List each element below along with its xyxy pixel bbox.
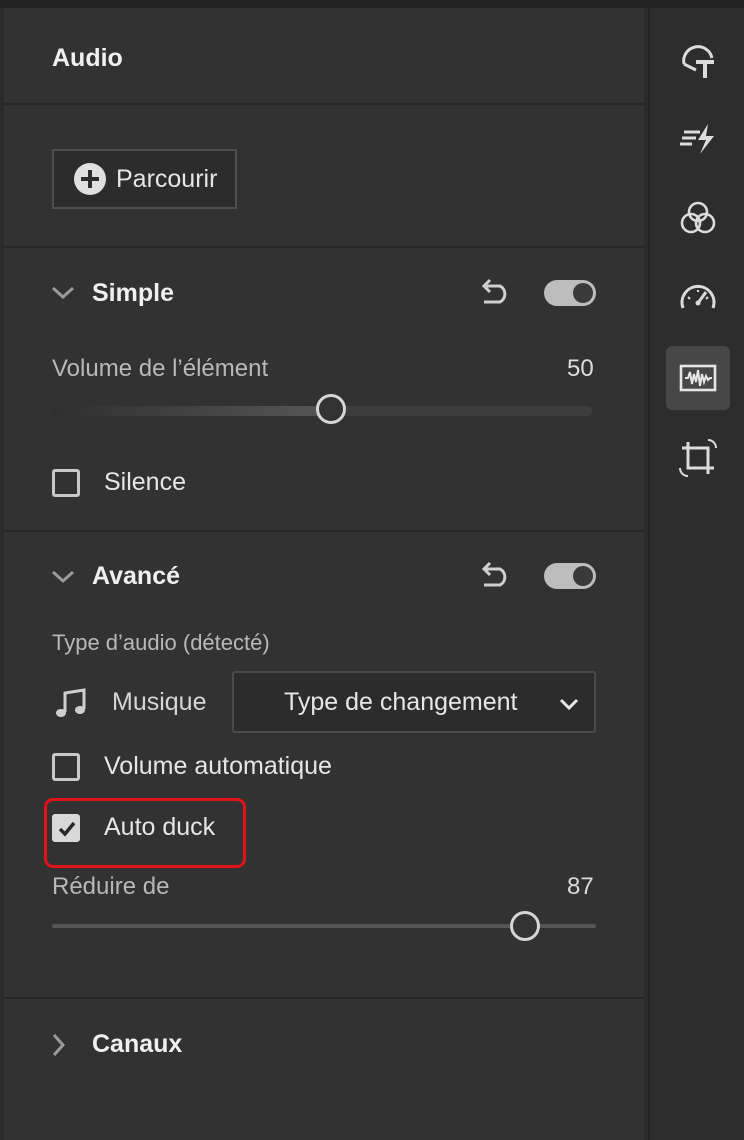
music-label: Musique xyxy=(112,688,207,716)
audio-type-label: Type d’audio (détecté) xyxy=(52,630,270,655)
chevron-down-icon xyxy=(559,698,579,711)
browse-button-label: Parcourir xyxy=(116,164,218,193)
advanced-enable-toggle[interactable] xyxy=(544,563,596,589)
volume-slider-knob[interactable] xyxy=(316,394,346,424)
audio-panel: Audio Parcourir Simple Volume de l’éléme… xyxy=(4,8,644,1140)
simple-enable-toggle[interactable] xyxy=(544,280,596,306)
mute-checkbox[interactable] xyxy=(52,469,80,497)
volume-value: 50 xyxy=(567,355,594,382)
chevron-down-icon[interactable] xyxy=(50,282,76,304)
reset-icon[interactable] xyxy=(478,278,514,308)
tool-rail xyxy=(648,8,744,1140)
divider xyxy=(4,103,644,105)
highlight-box xyxy=(44,798,246,868)
top-edge xyxy=(0,0,744,8)
auto-volume-checkbox[interactable] xyxy=(52,753,80,781)
crop-icon[interactable] xyxy=(666,426,730,490)
mute-label: Silence xyxy=(104,468,186,496)
section-title-simple[interactable]: Simple xyxy=(92,279,174,308)
volume-label: Volume de l’élément xyxy=(52,355,269,382)
reduce-value: 87 xyxy=(567,873,594,900)
plus-circle-icon xyxy=(74,163,106,195)
color-icon[interactable] xyxy=(666,186,730,250)
panel-title: Audio xyxy=(52,44,123,72)
browse-button[interactable]: Parcourir xyxy=(52,149,237,209)
section-title-channels[interactable]: Canaux xyxy=(92,1030,182,1059)
chevron-right-icon[interactable] xyxy=(48,1032,70,1058)
speed-icon[interactable] xyxy=(666,266,730,330)
divider xyxy=(4,530,644,532)
transitions-icon[interactable] xyxy=(666,106,730,170)
audio-icon[interactable] xyxy=(666,346,730,410)
reset-icon[interactable] xyxy=(478,561,514,591)
dropdown-value: Type de changement xyxy=(284,688,518,716)
section-title-advanced[interactable]: Avancé xyxy=(92,562,180,591)
music-note-icon xyxy=(56,688,86,717)
change-type-dropdown[interactable]: Type de changement xyxy=(232,671,596,733)
auto-volume-label: Volume automatique xyxy=(104,752,332,780)
reduce-slider-knob[interactable] xyxy=(510,911,540,941)
divider xyxy=(4,997,644,999)
reduce-label: Réduire de xyxy=(52,873,170,900)
divider xyxy=(4,246,644,248)
text-shape-icon[interactable] xyxy=(666,28,730,92)
chevron-down-icon[interactable] xyxy=(50,566,76,588)
